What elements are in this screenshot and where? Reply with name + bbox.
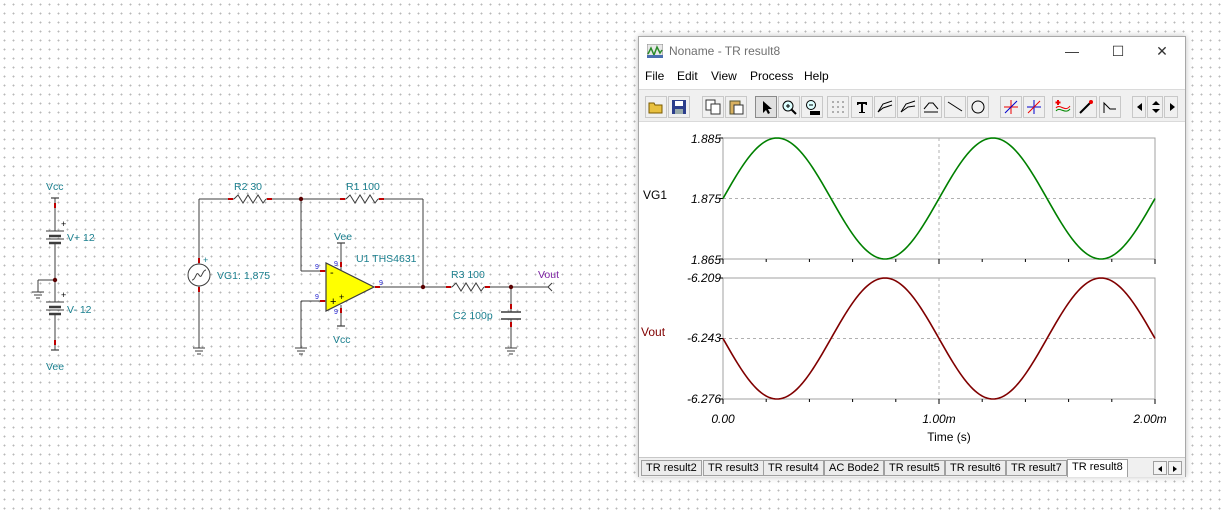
minimize-button[interactable]: — xyxy=(1049,37,1095,65)
add-curve-icon[interactable] xyxy=(1052,96,1074,118)
result-tab-bar: TR result2 TR result3 TR result4 AC Bode… xyxy=(639,457,1185,477)
battery-bottom-plus: + xyxy=(61,290,66,300)
u1-label: U1 THS4631 xyxy=(356,253,417,265)
vg1-axis-label: VG1 xyxy=(643,188,667,202)
battery-positive[interactable] xyxy=(46,230,64,245)
vg1-plus-sign: + xyxy=(203,255,208,265)
title-bar[interactable]: Noname - TR result8 — ☐ ✕ xyxy=(639,37,1185,65)
line-tool-icon[interactable] xyxy=(944,96,966,118)
vout-label: Vout xyxy=(538,269,559,281)
zoom-100-icon[interactable] xyxy=(801,96,823,118)
zoom-in-icon[interactable] xyxy=(778,96,800,118)
plot-area[interactable]: 1.885 1.875 1.865 VG1 -6.209 -6.243 -6.2… xyxy=(639,123,1185,456)
r1-label: R1 100 xyxy=(346,181,380,193)
circle-tool-icon[interactable] xyxy=(967,96,989,118)
plot-vout-panel[interactable] xyxy=(719,277,1156,404)
menu-bar: File Edit View Process Help xyxy=(639,65,1185,87)
vg1-tick-label-mid: 1.875 xyxy=(691,192,721,206)
battery-bottom-label: V- 12 xyxy=(67,304,92,316)
vout-tick-label-bottom: -6.276 xyxy=(687,392,721,406)
vcc-label: Vcc xyxy=(46,181,64,193)
c2-label: C2 100p xyxy=(453,310,493,322)
schematic-canvas[interactable]: + + + - + + 9 9 9 9 9 Vcc Vee V+ 12 V- 1… xyxy=(0,0,632,511)
tab-tr-result4[interactable]: TR result4 xyxy=(763,460,824,476)
scroll-left-icon[interactable] xyxy=(1132,96,1146,118)
toolbar xyxy=(639,89,1185,122)
menu-help[interactable]: Help xyxy=(804,69,829,83)
curve-tool-2-icon[interactable] xyxy=(897,96,919,118)
vg1-label: VG1: 1,875 xyxy=(217,270,270,282)
step-icon[interactable] xyxy=(1099,96,1121,118)
plot-vg1-panel[interactable] xyxy=(719,137,1156,264)
x-axis-label: Time (s) xyxy=(927,430,971,444)
vout-terminal[interactable] xyxy=(547,282,553,292)
menu-edit[interactable]: Edit xyxy=(677,69,698,83)
pointer-icon[interactable] xyxy=(755,96,777,118)
vg1-tick-label-bottom: 1.865 xyxy=(691,253,721,267)
resistor-r2[interactable] xyxy=(233,194,267,204)
curve-tool-1-icon[interactable] xyxy=(874,96,896,118)
vcc-opamp-label: Vcc xyxy=(333,334,351,346)
x-tick-label-start: 0.00 xyxy=(711,412,735,426)
battery-top-plus: + xyxy=(61,219,66,229)
cursor-b-icon[interactable] xyxy=(1023,96,1045,118)
vout-tick-label-mid: -6.243 xyxy=(687,331,721,345)
cursor-a-icon[interactable] xyxy=(1000,96,1022,118)
resistor-r3[interactable] xyxy=(451,282,485,292)
save-disk-icon[interactable] xyxy=(668,96,690,118)
opamp-minus-sign: - xyxy=(330,267,334,279)
close-button[interactable]: ✕ xyxy=(1139,37,1185,65)
pin-number-vee: 9 xyxy=(334,261,338,268)
text-tool-icon[interactable] xyxy=(851,96,873,118)
vout-axis-label: Vout xyxy=(641,325,666,339)
opamp-plus-sign: + xyxy=(330,296,336,308)
pin-number-vcc: 9 xyxy=(334,309,338,316)
scroll-updown-icon[interactable] xyxy=(1147,96,1163,118)
app-icon xyxy=(647,44,663,58)
capacitor-c2[interactable] xyxy=(501,311,521,320)
menu-view[interactable]: View xyxy=(711,69,737,83)
tab-tr-result2[interactable]: TR result2 xyxy=(641,460,702,476)
x-tick-label-mid: 1.00m xyxy=(922,412,955,426)
copy-icon[interactable] xyxy=(702,96,724,118)
tab-scroll-left-button[interactable] xyxy=(1153,461,1167,475)
opamp-plus-marker: + xyxy=(339,292,344,302)
battery-top-label: V+ 12 xyxy=(67,232,95,244)
scroll-right-icon[interactable] xyxy=(1164,96,1178,118)
vg1-tick-label-top: 1.885 xyxy=(691,132,721,146)
probe-icon[interactable] xyxy=(1075,96,1097,118)
paste-icon[interactable] xyxy=(725,96,747,118)
window-title: Noname - TR result8 xyxy=(669,44,781,58)
x-tick-label-end: 2.00m xyxy=(1132,412,1166,426)
tab-tr-result3[interactable]: TR result3 xyxy=(703,460,764,476)
r2-label: R2 30 xyxy=(234,181,262,193)
r3-label: R3 100 xyxy=(451,269,485,281)
vee-label: Vee xyxy=(46,361,64,373)
curve-tool-3-icon[interactable] xyxy=(920,96,942,118)
pin-number-inv: 9 xyxy=(315,264,319,271)
resistor-r1[interactable] xyxy=(345,194,379,204)
tab-tr-result8[interactable]: TR result8 xyxy=(1067,459,1128,477)
tab-tr-result5[interactable]: TR result5 xyxy=(884,460,945,476)
ground-symbol xyxy=(32,291,517,355)
menu-file[interactable]: File xyxy=(645,69,664,83)
tab-ac-bode2[interactable]: AC Bode2 xyxy=(824,460,885,476)
maximize-button[interactable]: ☐ xyxy=(1095,37,1141,65)
pin-number-out: 9 xyxy=(379,280,383,287)
result-window[interactable]: Noname - TR result8 — ☐ ✕ File Edit View… xyxy=(638,36,1186,477)
tab-scroll-right-button[interactable] xyxy=(1168,461,1182,475)
menu-process[interactable]: Process xyxy=(750,69,793,83)
pin-number-noninv: 9 xyxy=(315,294,319,301)
open-folder-icon[interactable] xyxy=(645,96,667,118)
vee-opamp-label: Vee xyxy=(334,231,352,243)
vout-tick-label-top: -6.209 xyxy=(687,271,721,285)
tab-tr-result7[interactable]: TR result7 xyxy=(1006,460,1067,476)
grid-icon[interactable] xyxy=(827,96,849,118)
tab-tr-result6[interactable]: TR result6 xyxy=(945,460,1006,476)
signal-generator-vg1[interactable] xyxy=(187,263,211,287)
battery-negative[interactable] xyxy=(46,301,64,316)
